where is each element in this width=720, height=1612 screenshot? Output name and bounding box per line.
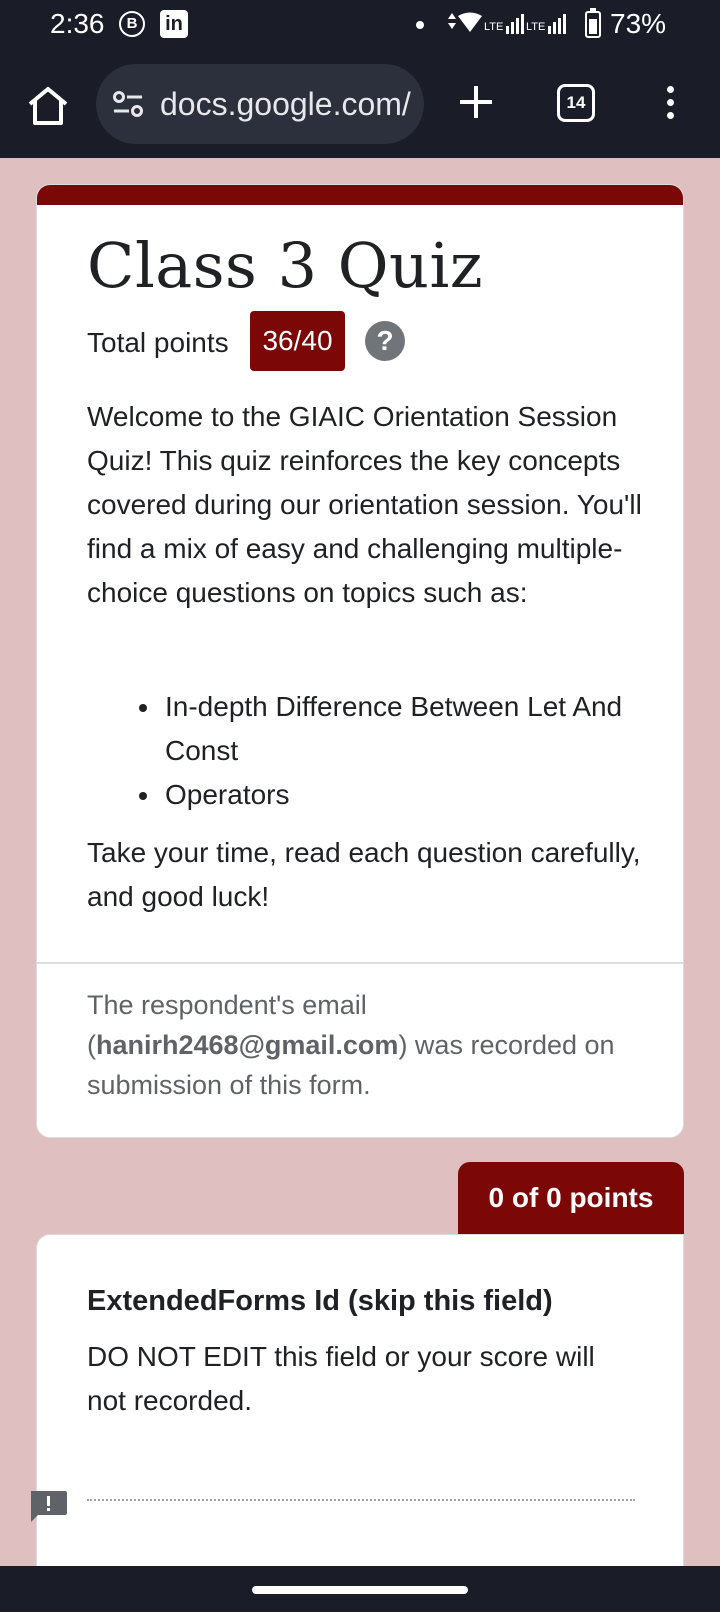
- signal-icon: LTE LTE: [448, 12, 566, 34]
- question-title: ExtendedForms Id (skip this field): [87, 1285, 553, 1317]
- question-description: DO NOT EDIT this field or your score wil…: [87, 1341, 595, 1416]
- battery-level: 73%: [610, 8, 667, 39]
- new-tab-icon[interactable]: [456, 82, 496, 122]
- total-points-label: Total points: [87, 327, 229, 358]
- home-gesture-handle[interactable]: [252, 1586, 468, 1594]
- question-card: ExtendedForms Id (skip this field) DO NO…: [36, 1234, 684, 1574]
- score-badge: 36/40: [250, 311, 345, 371]
- help-icon[interactable]: ?: [365, 321, 405, 361]
- status-bar: 2:36 B in LTE LTE 73%: [0, 0, 720, 52]
- list-item: Operators: [139, 773, 625, 817]
- report-feedback-icon[interactable]: [28, 1488, 68, 1524]
- status-time: 2:36: [50, 8, 105, 39]
- topic-list: In-depth Difference Between Let And Cons…: [139, 685, 625, 817]
- network-label-2: LTE: [526, 21, 545, 33]
- tab-switcher-button[interactable]: 14: [557, 84, 595, 122]
- respondent-email: hanirh2468@gmail.com: [96, 1030, 399, 1060]
- form-header-card: Class 3 Quiz Total points 36/40 ? Welcom…: [36, 184, 684, 1138]
- browser-toolbar: docs.google.com/ 14: [0, 52, 720, 158]
- email-note: The respondent's email (hanirh2468@gmail…: [87, 990, 615, 1100]
- system-navigation-bar: [0, 1566, 720, 1612]
- linkedin-icon: in: [160, 10, 188, 38]
- page-title: Class 3 Quiz: [87, 229, 483, 302]
- battery-icon: [585, 8, 601, 38]
- home-icon[interactable]: [26, 84, 70, 128]
- b-notification-icon: B: [119, 11, 145, 37]
- theme-color-bar: [37, 185, 683, 205]
- question-points-badge: 0 of 0 points: [458, 1162, 684, 1234]
- closing-text: Take your time, read each question caref…: [87, 837, 641, 912]
- network-label: LTE: [484, 21, 503, 33]
- more-options-icon[interactable]: [660, 82, 680, 122]
- form-description: Welcome to the GIAIC Orientation Session…: [87, 401, 642, 608]
- address-bar[interactable]: docs.google.com/: [96, 64, 424, 144]
- answer-input[interactable]: [87, 1499, 635, 1501]
- list-item: In-depth Difference Between Let And Cons…: [139, 685, 625, 773]
- divider: [37, 962, 683, 964]
- site-settings-icon[interactable]: [112, 90, 144, 118]
- notification-dot-icon: [416, 21, 424, 29]
- url-text: docs.google.com/: [160, 86, 411, 122]
